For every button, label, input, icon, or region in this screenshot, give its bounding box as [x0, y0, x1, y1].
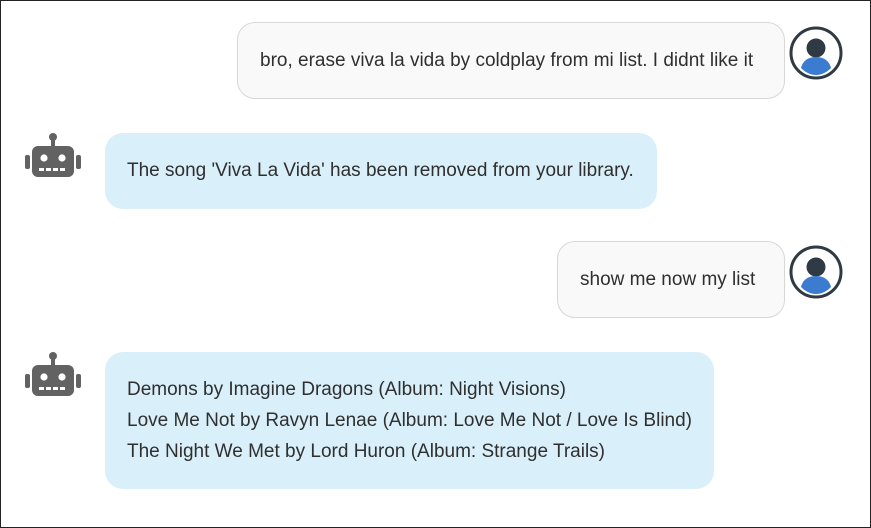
user-message-row: bro, erase viva la vida by coldplay from… — [1, 1, 871, 111]
bot-message-row: The song 'Viva La Vida' has been removed… — [1, 111, 871, 221]
playlist-item: Demons by Imagine Dragons (Album: Night … — [127, 379, 566, 400]
user-avatar-icon — [789, 26, 843, 80]
user-message-bubble: show me now my list — [557, 241, 785, 318]
user-message-bubble: bro, erase viva la vida by coldplay from… — [237, 22, 785, 99]
playlist-item: Love Me Not by Ravyn Lenae (Album: Love … — [127, 410, 692, 431]
chat-window: bro, erase viva la vida by coldplay from… — [0, 0, 871, 528]
bot-message-bubble: The song 'Viva La Vida' has been removed… — [105, 133, 657, 209]
playlist-item: The Night We Met by Lord Huron (Album: S… — [127, 441, 606, 462]
user-avatar-icon — [789, 245, 843, 299]
user-message-row: show me now my list — [1, 220, 871, 330]
bot-message-bubble: Demons by Imagine Dragons (Album: Night … — [105, 352, 714, 489]
bot-message-text: The song 'Viva La Vida' has been removed… — [127, 160, 634, 181]
user-message-text: bro, erase viva la vida by coldplay from… — [260, 50, 754, 71]
user-message-text: show me now my list — [580, 269, 756, 290]
bot-message-row: Demons by Imagine Dragons (Album: Night … — [1, 330, 871, 505]
robot-icon — [24, 350, 82, 400]
robot-icon — [24, 131, 82, 181]
